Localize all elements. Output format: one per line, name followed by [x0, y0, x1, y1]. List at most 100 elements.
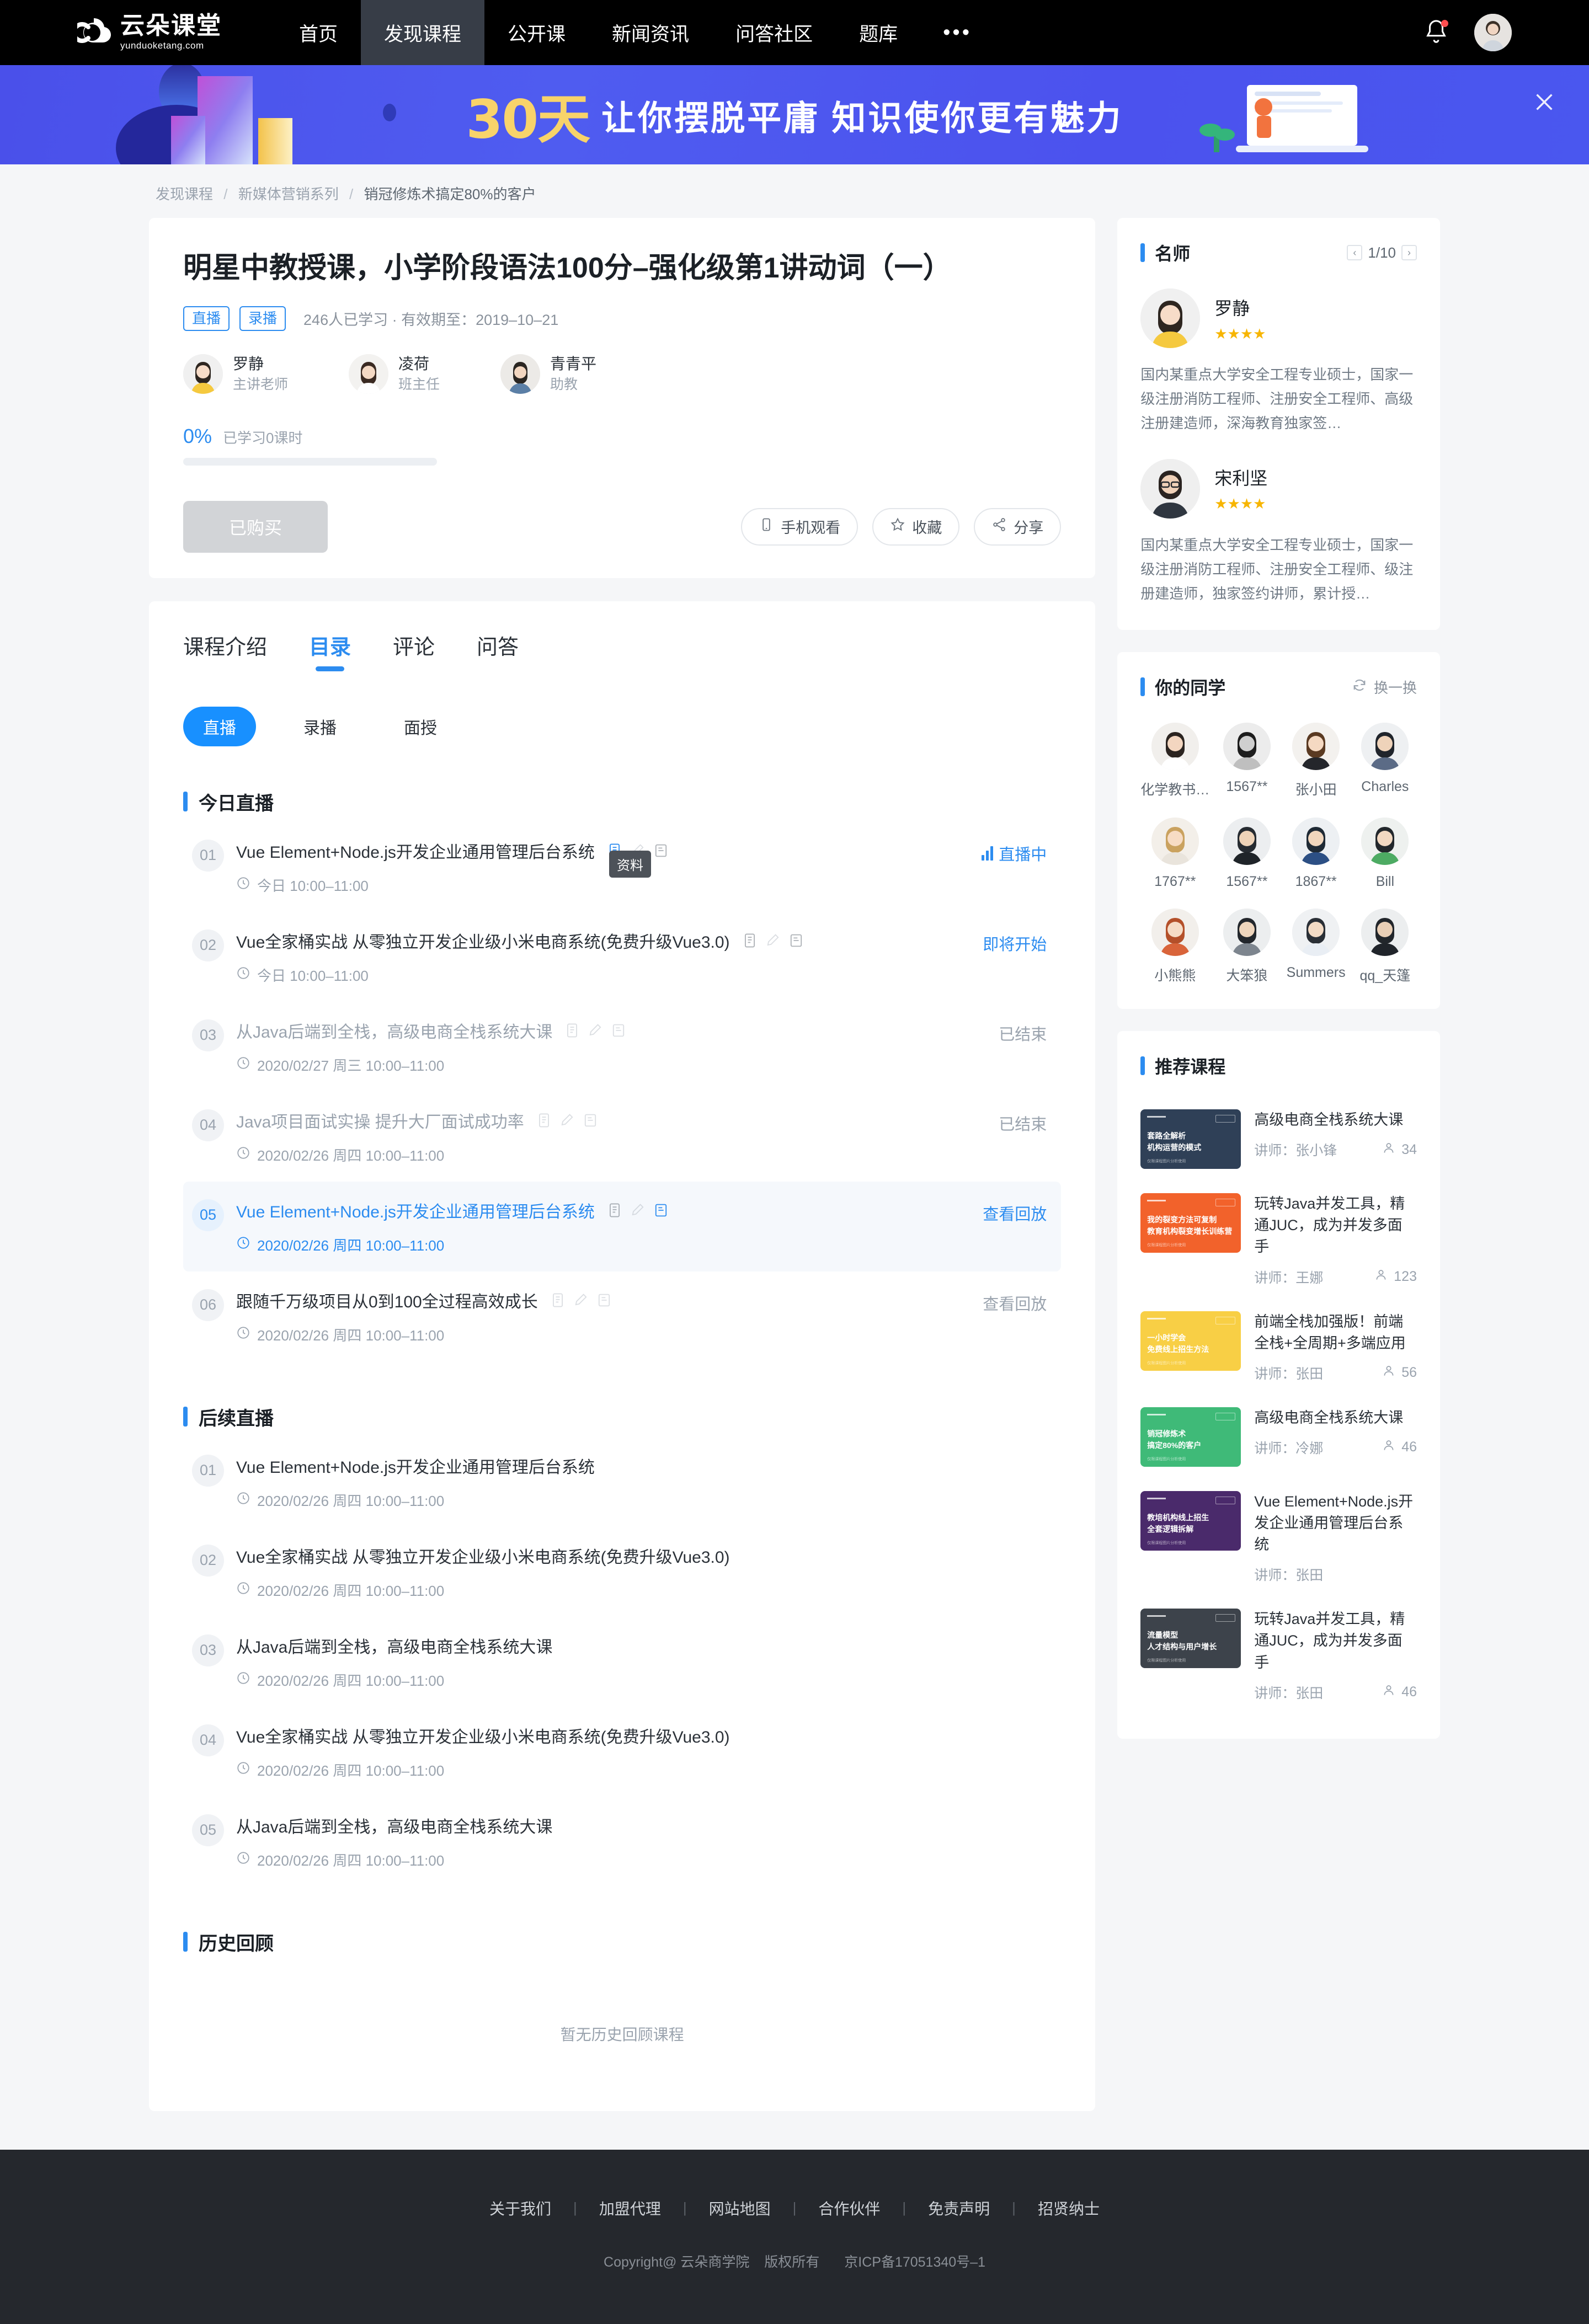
footer-link[interactable]: 免责声明: [906, 2197, 1012, 2219]
table-row[interactable]: 02 Vue全家桶实战 从零独立开发企业级小米电商系统(免费升级Vue3.0): [183, 912, 1061, 1002]
chip-live[interactable]: 直播: [183, 706, 256, 746]
lesson-status[interactable]: 直播中: [982, 842, 1047, 865]
doc-icon[interactable]: [550, 1292, 566, 1308]
chevron-right-icon[interactable]: ›: [1401, 245, 1417, 260]
doc-icon[interactable]: [742, 932, 758, 949]
bell-icon[interactable]: [1423, 19, 1449, 46]
list-item[interactable]: 我的裂变方法可复制 教育机构裂变增长训练营 仅限课程图片分析使用 玩转Java并发工具…: [1140, 1181, 1417, 1299]
course-thumbnail: 套路全解析 机构运营的模式 仅限课程图片分析使用: [1140, 1109, 1241, 1169]
list-item[interactable]: 大笨狼: [1215, 909, 1278, 985]
list-item[interactable]: 流量模型 人才结构与用户增长 仅限课程图片分析使用 玩转Java并发工具，精通JUC，…: [1140, 1596, 1417, 1714]
table-row[interactable]: 06 跟随千万级项目从0到100全过程高效成长 2020/02/26 周四 10…: [183, 1271, 1061, 1361]
pencil-icon[interactable]: [765, 932, 781, 949]
footer-link[interactable]: 招贤纳士: [1016, 2197, 1122, 2219]
table-row[interactable]: 03 从Java后端到全栈，高级电商全栈系统大课 2020/02/27 周三 1…: [183, 1002, 1061, 1092]
table-row[interactable]: 03 从Java后端到全栈，高级电商全栈系统大课 2020/02/26 周四 1…: [183, 1617, 1061, 1707]
footer-link[interactable]: 网站地图: [687, 2197, 793, 2219]
doc-icon[interactable]: [536, 1112, 552, 1129]
table-row[interactable]: 01 Vue Element+Node.js开发企业通用管理后台系统 今日 10…: [183, 822, 1061, 912]
pencil-icon[interactable]: [573, 1292, 589, 1308]
pencil-icon[interactable]: [588, 1022, 603, 1039]
teacher-item[interactable]: 青青平 助教: [500, 354, 596, 394]
avatar[interactable]: [1474, 14, 1512, 51]
note-icon[interactable]: [788, 932, 804, 949]
footer-link[interactable]: 合作伙伴: [796, 2197, 902, 2219]
list-item[interactable]: 张小田: [1284, 723, 1348, 799]
teacher-page-indicator: 1/10: [1368, 244, 1396, 261]
table-row[interactable]: 05 Vue Element+Node.js开发企业通用管理后台系统 2020/…: [183, 1181, 1062, 1271]
classmate-name: Summers: [1286, 965, 1346, 981]
list-item[interactable]: 1567**: [1215, 818, 1278, 890]
tab-course-intro[interactable]: 课程介绍: [183, 630, 267, 671]
mobile-watch-button[interactable]: 手机观看: [741, 507, 859, 546]
section-label: 后续直播: [199, 1408, 274, 1429]
doc-icon[interactable]: [564, 1022, 580, 1039]
doc-icon[interactable]: [607, 1202, 622, 1219]
table-row[interactable]: 04 Java项目面试实操 提升大厂面试成功率 2020/02/26 周四 10…: [183, 1092, 1061, 1182]
famous-teacher-item[interactable]: 宋利坚 ★★★★ 国内某重点大学安全工程专业硕士，国家一级注册消防工程师、注册安…: [1140, 458, 1417, 606]
list-item[interactable]: qq_天篷: [1353, 909, 1417, 985]
note-icon[interactable]: [653, 1202, 669, 1219]
list-item[interactable]: 小熊熊: [1140, 909, 1209, 985]
tab-comments[interactable]: 评论: [393, 630, 435, 671]
section-title-today-live: 今日直播: [183, 788, 1061, 815]
list-item[interactable]: 销冠修炼术 搞定80%的客户 仅限课程图片分析使用 高级电商全栈系统大课 讲师：冷娜 46: [1140, 1395, 1417, 1479]
close-icon[interactable]: [1532, 89, 1557, 115]
purchased-button[interactable]: 已购买: [183, 500, 328, 553]
site-logo[interactable]: 云朵课堂 yunduoketang.com: [61, 13, 243, 52]
lesson-status[interactable]: 查看回放: [983, 1291, 1047, 1315]
student-count-value: 34: [1401, 1141, 1417, 1157]
tab-catalog[interactable]: 目录: [309, 630, 351, 671]
footer-link[interactable]: 加盟代理: [577, 2197, 683, 2219]
chevron-left-icon[interactable]: ‹: [1347, 245, 1363, 260]
nav-item-open-class[interactable]: 公开课: [484, 0, 589, 65]
table-row[interactable]: 04 Vue全家桶实战 从零独立开发企业级小米电商系统(免费升级Vue3.0) …: [183, 1707, 1061, 1797]
table-row[interactable]: 05 从Java后端到全栈，高级电商全栈系统大课 2020/02/26 周四 1…: [183, 1797, 1061, 1887]
nav-item-home[interactable]: 首页: [276, 0, 361, 65]
footer-link[interactable]: 关于我们: [467, 2197, 573, 2219]
chip-recorded[interactable]: 录播: [284, 707, 356, 746]
famous-teacher-item[interactable]: 罗静 ★★★★ 国内某重点大学安全工程专业硕士，国家一级注册消防工程师、注册安全…: [1140, 289, 1417, 436]
note-icon[interactable]: [611, 1022, 626, 1039]
list-item[interactable]: 1867**: [1284, 818, 1348, 890]
table-row[interactable]: 01 Vue Element+Node.js开发企业通用管理后台系统 2020/…: [183, 1437, 1061, 1527]
list-item[interactable]: Charles: [1353, 723, 1417, 799]
list-item[interactable]: 1767**: [1140, 818, 1209, 890]
tab-qa[interactable]: 问答: [477, 630, 519, 671]
breadcrumb-item-1[interactable]: 新媒体营销系列: [238, 186, 339, 202]
pencil-icon[interactable]: [559, 1112, 575, 1129]
nav-item-qa-community[interactable]: 问答社区: [712, 0, 836, 65]
list-item[interactable]: 套路全解析 机构运营的模式 仅限课程图片分析使用 高级电商全栈系统大课 讲师：张小锋 34: [1140, 1097, 1417, 1181]
nav-item-discover-courses[interactable]: 发现课程: [361, 0, 485, 65]
course-header-card: 明星中教授课，小学阶段语法100分–强化级第1讲动词（一） 直播 录播 246人…: [149, 218, 1096, 578]
note-icon[interactable]: [653, 842, 669, 859]
pencil-icon[interactable]: [630, 1202, 646, 1219]
chip-offline[interactable]: 面授: [384, 707, 457, 746]
teacher-item[interactable]: 凌荷 班主任: [349, 354, 440, 394]
teacher-name: 凌荷: [398, 355, 430, 373]
banner-slogan: 让你摆脱平庸 知识使你更有魅力: [601, 99, 1123, 137]
list-item[interactable]: Summers: [1284, 909, 1348, 985]
promo-banner[interactable]: 30天 让你摆脱平庸 知识使你更有魅力: [0, 65, 1589, 164]
list-item[interactable]: 一小时学会 免费线上招生方法 仅限课程图片分析使用 前端全栈加强版！前端全栈+全周期+…: [1140, 1299, 1417, 1395]
favorite-button[interactable]: 收藏: [872, 507, 960, 546]
list-item[interactable]: 化学教书…: [1140, 723, 1209, 799]
icp-text[interactable]: 京ICP备17051340号–1: [844, 2254, 985, 2270]
thumb-text: 销冠修炼术 搞定80%的客户: [1147, 1429, 1202, 1450]
nav-item-news[interactable]: 新闻资讯: [589, 0, 712, 65]
banner-laptop-illustration: [1197, 75, 1379, 158]
list-item[interactable]: 教培机构线上招生 全套逻辑拆解 仅限课程图片分析使用 Vue Element+Node…: [1140, 1479, 1417, 1596]
share-button[interactable]: 分享: [974, 507, 1062, 546]
lesson-status[interactable]: 查看回放: [983, 1201, 1047, 1225]
breadcrumb-item-0[interactable]: 发现课程: [156, 186, 213, 202]
refresh-classmates-button[interactable]: 换一换: [1352, 677, 1417, 697]
lesson-status[interactable]: 即将开始: [983, 932, 1047, 955]
nav-item-more[interactable]: •••: [921, 0, 994, 65]
note-icon[interactable]: [596, 1292, 612, 1308]
nav-item-question-bank[interactable]: 题库: [836, 0, 921, 65]
note-icon[interactable]: [583, 1112, 598, 1129]
list-item[interactable]: 1567**: [1215, 723, 1278, 799]
table-row[interactable]: 02 Vue全家桶实战 从零独立开发企业级小米电商系统(免费升级Vue3.0) …: [183, 1527, 1061, 1617]
list-item[interactable]: Bill: [1353, 818, 1417, 890]
teacher-item[interactable]: 罗静 主讲老师: [183, 354, 288, 394]
